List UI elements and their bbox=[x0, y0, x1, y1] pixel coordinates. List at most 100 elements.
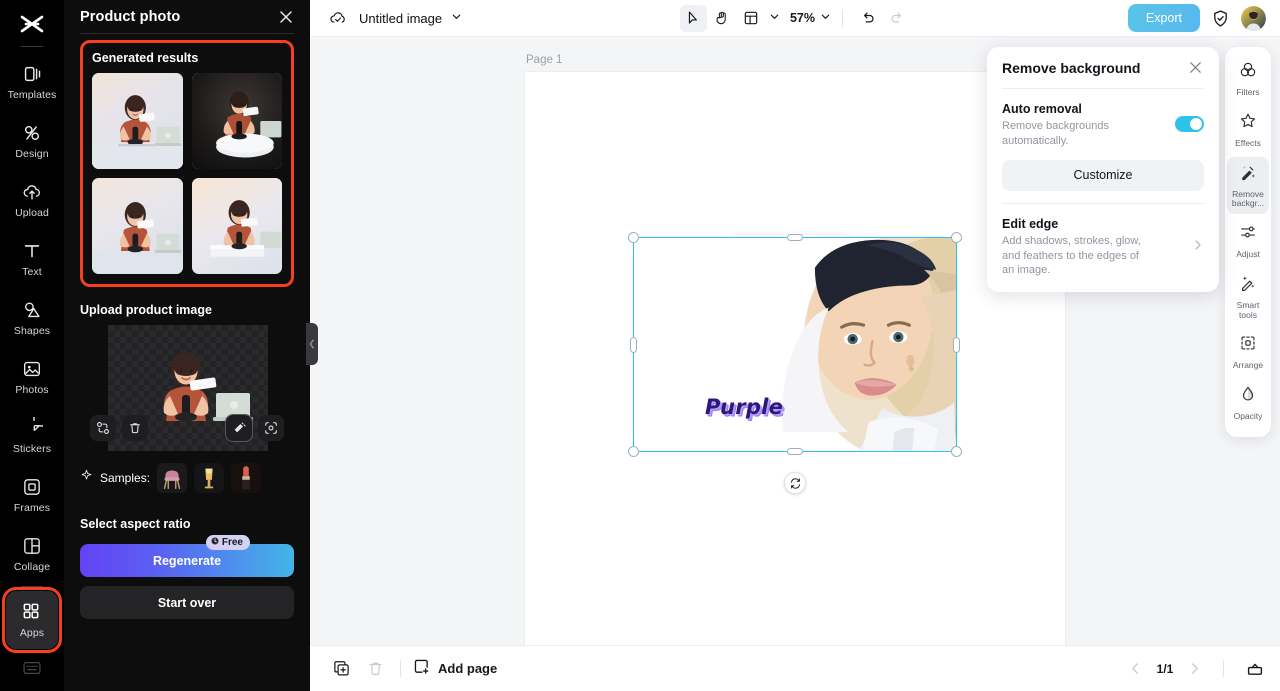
select-tool-button[interactable] bbox=[679, 4, 707, 32]
rail-divider bbox=[21, 46, 43, 47]
close-icon[interactable] bbox=[1188, 60, 1204, 76]
sidebar-label: Text bbox=[22, 266, 42, 279]
resize-handle-bottom[interactable] bbox=[787, 448, 803, 455]
resize-handle-right[interactable] bbox=[953, 336, 960, 353]
sidebar-label: Stickers bbox=[12, 443, 52, 456]
capcut-logo-icon[interactable] bbox=[19, 8, 45, 42]
sidebar-item-text[interactable]: Text bbox=[6, 230, 58, 288]
resize-handle-top-left[interactable] bbox=[628, 232, 639, 243]
resize-handle-left[interactable] bbox=[630, 336, 637, 353]
delete-page-icon[interactable] bbox=[362, 656, 388, 682]
rotate-icon[interactable] bbox=[784, 472, 806, 494]
tool-smart-tools[interactable]: Smart tools bbox=[1227, 268, 1269, 326]
sample-chip-lipstick[interactable] bbox=[231, 463, 262, 493]
resize-handle-top[interactable] bbox=[787, 234, 803, 241]
replace-image-icon[interactable] bbox=[90, 415, 116, 441]
edit-edge-label: Edit edge bbox=[1002, 216, 1059, 231]
text-icon bbox=[21, 240, 43, 262]
aspect-ratio-title: Select aspect ratio bbox=[80, 517, 191, 531]
sidebar-item-frames[interactable]: Frames bbox=[6, 466, 58, 524]
tool-filters[interactable]: Filters bbox=[1227, 55, 1269, 103]
tool-remove-background[interactable]: Remove backgr... bbox=[1227, 156, 1269, 215]
sidebar-item-stickers[interactable]: Stickers bbox=[6, 407, 58, 465]
sample-chip-chair[interactable] bbox=[157, 463, 188, 493]
chevron-down-icon[interactable] bbox=[451, 9, 462, 27]
sidebar-item-collage[interactable]: Collage bbox=[6, 525, 58, 583]
regenerate-button[interactable]: Regenerate bbox=[80, 544, 294, 577]
export-button[interactable]: Export bbox=[1127, 4, 1200, 32]
tool-adjust[interactable]: Adjust bbox=[1227, 217, 1269, 265]
resize-handle-bottom-right[interactable] bbox=[951, 446, 962, 457]
edit-edge-row: Edit edge Add shadows, strokes, glow, an… bbox=[1002, 217, 1204, 279]
resize-handle-top-right[interactable] bbox=[951, 232, 962, 243]
upload-preview-card[interactable] bbox=[80, 325, 294, 451]
shield-check-icon[interactable] bbox=[1211, 9, 1230, 28]
sidebar-item-templates[interactable]: Templates bbox=[6, 53, 58, 111]
sparkle-icon bbox=[80, 469, 93, 487]
auto-removal-toggle[interactable] bbox=[1175, 116, 1204, 132]
add-page-icon bbox=[413, 658, 430, 680]
zoom-level[interactable]: 57% bbox=[790, 11, 815, 25]
portrait-image bbox=[634, 238, 956, 451]
user-avatar[interactable] bbox=[1241, 5, 1266, 31]
filters-icon bbox=[1239, 61, 1257, 84]
remove-bg-header: Remove background bbox=[1002, 60, 1204, 76]
frames-icon bbox=[21, 476, 43, 498]
tool-effects[interactable]: Effects bbox=[1227, 106, 1269, 154]
sidebar-item-photos[interactable]: Photos bbox=[6, 348, 58, 406]
panel-title: Product photo bbox=[80, 8, 181, 25]
edit-edge-section[interactable]: Edit edge Add shadows, strokes, glow, an… bbox=[1002, 204, 1204, 279]
generated-result-thumb[interactable] bbox=[92, 73, 183, 169]
rail-divider-2 bbox=[21, 586, 43, 587]
zoom-chevron-down-icon[interactable] bbox=[820, 9, 831, 27]
cloud-saved-icon[interactable] bbox=[328, 8, 348, 28]
remove-background-icon bbox=[1239, 163, 1257, 186]
close-icon[interactable] bbox=[276, 7, 296, 27]
tool-opacity[interactable]: Opacity bbox=[1227, 379, 1269, 427]
sidebar-item-upload[interactable]: Upload bbox=[6, 171, 58, 229]
samples-label: Samples: bbox=[100, 471, 151, 485]
tool-arrange[interactable]: Arrange bbox=[1227, 328, 1269, 376]
prev-page-icon[interactable] bbox=[1129, 662, 1142, 675]
chevron-right-icon[interactable] bbox=[1192, 238, 1204, 256]
right-tool-rail: Filters Effects Remove backgr... Adjust … bbox=[1225, 47, 1271, 437]
generated-result-thumb[interactable] bbox=[191, 73, 282, 169]
timeline-icon[interactable] bbox=[1246, 660, 1264, 678]
sidebar-item-design[interactable]: Design bbox=[6, 112, 58, 170]
samples-row: Samples: bbox=[80, 463, 294, 493]
top-toolbar: Untitled image 57% Export bbox=[310, 0, 1280, 37]
layout-chevron-down-icon[interactable] bbox=[769, 9, 780, 27]
generated-result-thumb[interactable] bbox=[191, 178, 282, 274]
layout-tool-button[interactable] bbox=[738, 5, 765, 32]
apps-grid-icon bbox=[21, 601, 43, 623]
hand-tool-button[interactable] bbox=[709, 5, 736, 32]
generated-result-thumb[interactable] bbox=[92, 178, 183, 274]
sidebar-item-shapes[interactable]: Shapes bbox=[6, 289, 58, 347]
duplicate-page-icon[interactable] bbox=[328, 656, 354, 682]
sidebar-item-apps[interactable]: Apps bbox=[2, 587, 62, 653]
edit-edge-desc: Add shadows, strokes, glow, and feathers… bbox=[1002, 234, 1141, 277]
redo-button[interactable] bbox=[883, 5, 910, 32]
sample-chip-cocktail[interactable] bbox=[194, 463, 225, 493]
tool-label: Arrange bbox=[1232, 360, 1264, 371]
panel-collapse-handle[interactable] bbox=[306, 323, 318, 365]
start-over-button[interactable]: Start over bbox=[80, 586, 294, 619]
regenerate-wrap: Regenerate Free bbox=[80, 535, 294, 577]
magic-brush-icon[interactable] bbox=[225, 414, 253, 442]
resize-handle-bottom-left[interactable] bbox=[628, 446, 639, 457]
document-title[interactable]: Untitled image bbox=[359, 11, 442, 26]
auto-fit-icon[interactable] bbox=[258, 415, 284, 441]
selected-image-object[interactable] bbox=[628, 232, 962, 494]
next-page-icon[interactable] bbox=[1188, 662, 1201, 675]
undo-button[interactable] bbox=[854, 5, 881, 32]
overlay-text[interactable]: Purple bbox=[705, 395, 783, 419]
customize-button[interactable]: Customize bbox=[1002, 159, 1204, 191]
product-photo-panel: Product photo Generated results Upload p… bbox=[64, 0, 310, 691]
sidebar-label: Upload bbox=[15, 207, 49, 220]
adjust-sliders-icon bbox=[1239, 223, 1257, 246]
tool-label: Opacity bbox=[1233, 411, 1263, 422]
credit-icon bbox=[211, 537, 219, 548]
delete-image-icon[interactable] bbox=[122, 415, 148, 441]
add-page-button[interactable]: Add page bbox=[413, 658, 497, 680]
keyboard-icon[interactable] bbox=[22, 660, 42, 681]
